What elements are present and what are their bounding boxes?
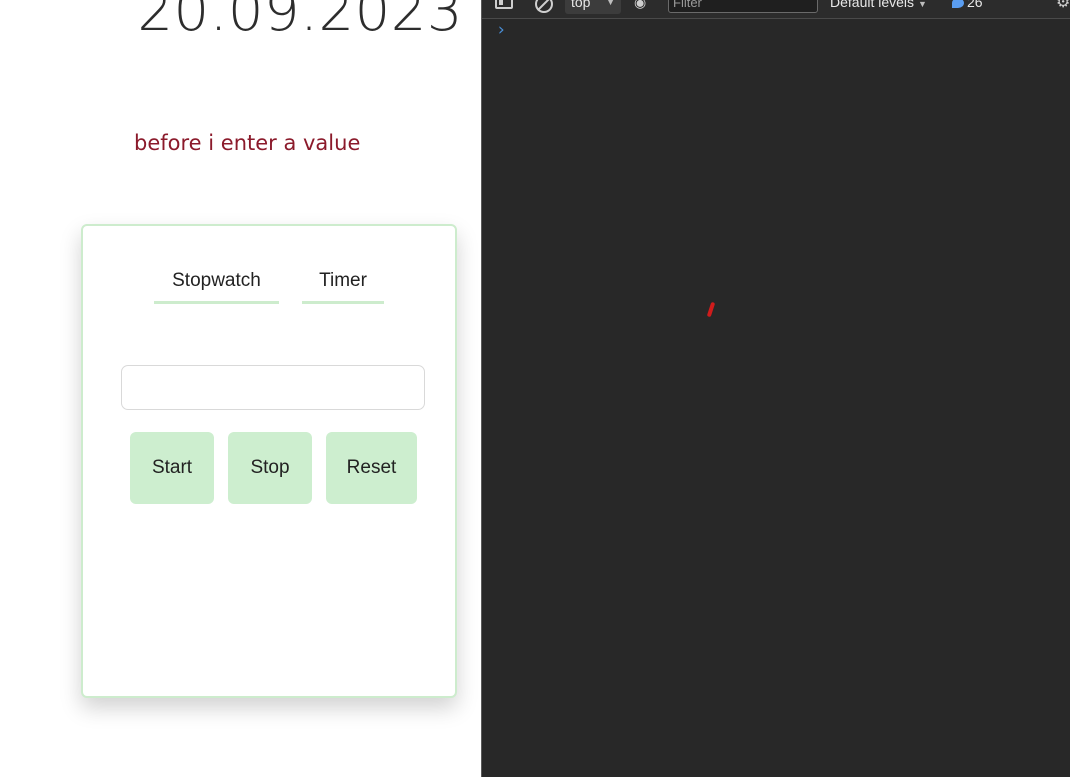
console-prompt-chevron[interactable]: ›: [496, 20, 506, 40]
clear-console-icon[interactable]: [535, 0, 553, 13]
eye-icon[interactable]: ◉: [634, 0, 646, 11]
tab-stopwatch-underline: [154, 301, 279, 304]
time-input[interactable]: [121, 365, 425, 410]
tab-timer[interactable]: Timer: [302, 268, 384, 304]
tab-stopwatch-label: Stopwatch: [172, 270, 261, 291]
issues-button[interactable]: 26: [952, 0, 983, 10]
cursor-mark: [706, 301, 716, 318]
reset-button[interactable]: Reset: [326, 432, 417, 504]
tab-stopwatch[interactable]: Stopwatch: [154, 268, 279, 304]
issues-count: 26: [967, 0, 983, 10]
date-heading: 20.09.2023: [137, 0, 463, 44]
chat-icon: [952, 0, 964, 9]
context-select-value: top: [571, 0, 591, 10]
levels-label: Default levels: [830, 0, 915, 10]
app-viewport: 20.09.2023 before i enter a value Stopwa…: [0, 0, 481, 777]
chevron-down-icon: ▼: [918, 0, 927, 9]
stop-button[interactable]: Stop: [228, 432, 312, 504]
start-button[interactable]: Start: [130, 432, 214, 504]
context-select[interactable]: top ▼: [565, 0, 621, 14]
sidebar-icon[interactable]: [495, 0, 513, 9]
console-toolbar: top ▼ ◉ Filter Default levels ▼ 26 ⚙: [482, 0, 1070, 19]
devtools-console-panel: top ▼ ◉ Filter Default levels ▼ 26 ⚙ ›: [481, 0, 1070, 777]
filter-input[interactable]: Filter: [668, 0, 818, 13]
stopwatch-card: Stopwatch Timer Start Stop Reset: [81, 224, 457, 698]
settings-icon[interactable]: ⚙: [1056, 0, 1070, 12]
tab-timer-label: Timer: [319, 270, 367, 291]
tab-timer-underline: [302, 301, 384, 304]
annotation-text: before i enter a value: [134, 131, 361, 155]
chevron-down-icon: ▼: [606, 0, 615, 7]
levels-dropdown[interactable]: Default levels ▼: [830, 0, 927, 10]
page: 20.09.2023 before i enter a value Stopwa…: [0, 0, 1070, 777]
